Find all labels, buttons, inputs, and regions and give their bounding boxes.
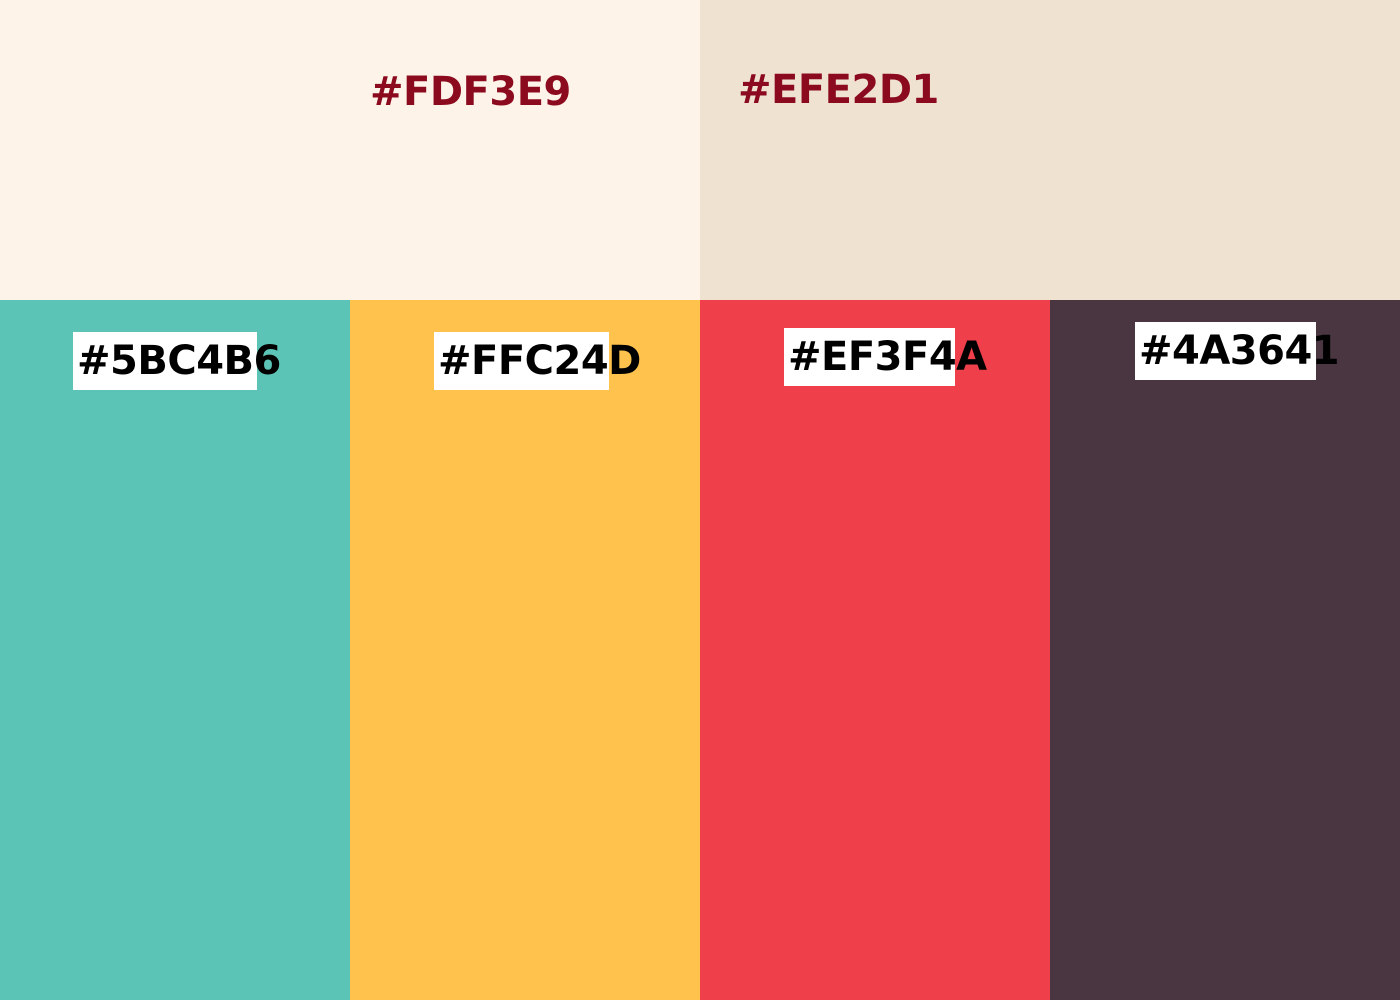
swatch-label: #FFC24D	[434, 332, 641, 390]
swatch-label: #EF3F4A	[784, 328, 987, 386]
swatch-ef3f4a: #EF3F4A	[700, 300, 1050, 1000]
swatch-label: #EFE2D1	[738, 67, 939, 113]
swatch-ffc24d: #FFC24D	[350, 300, 700, 1000]
swatch-label: #5BC4B6	[73, 332, 281, 390]
swatch-4a3641: #4A3641	[1050, 300, 1400, 1000]
swatch-label: #4A3641	[1135, 322, 1340, 380]
swatch-5bc4b6: #5BC4B6	[0, 300, 350, 1000]
swatch-label: #FDF3E9	[370, 69, 571, 115]
color-palette: #FDF3E9 #EFE2D1 #5BC4B6 #FFC24D #EF3F4A …	[0, 0, 1400, 1000]
swatch-efe2d1: #EFE2D1	[700, 0, 1400, 300]
swatch-fdf3e9: #FDF3E9	[0, 0, 700, 300]
